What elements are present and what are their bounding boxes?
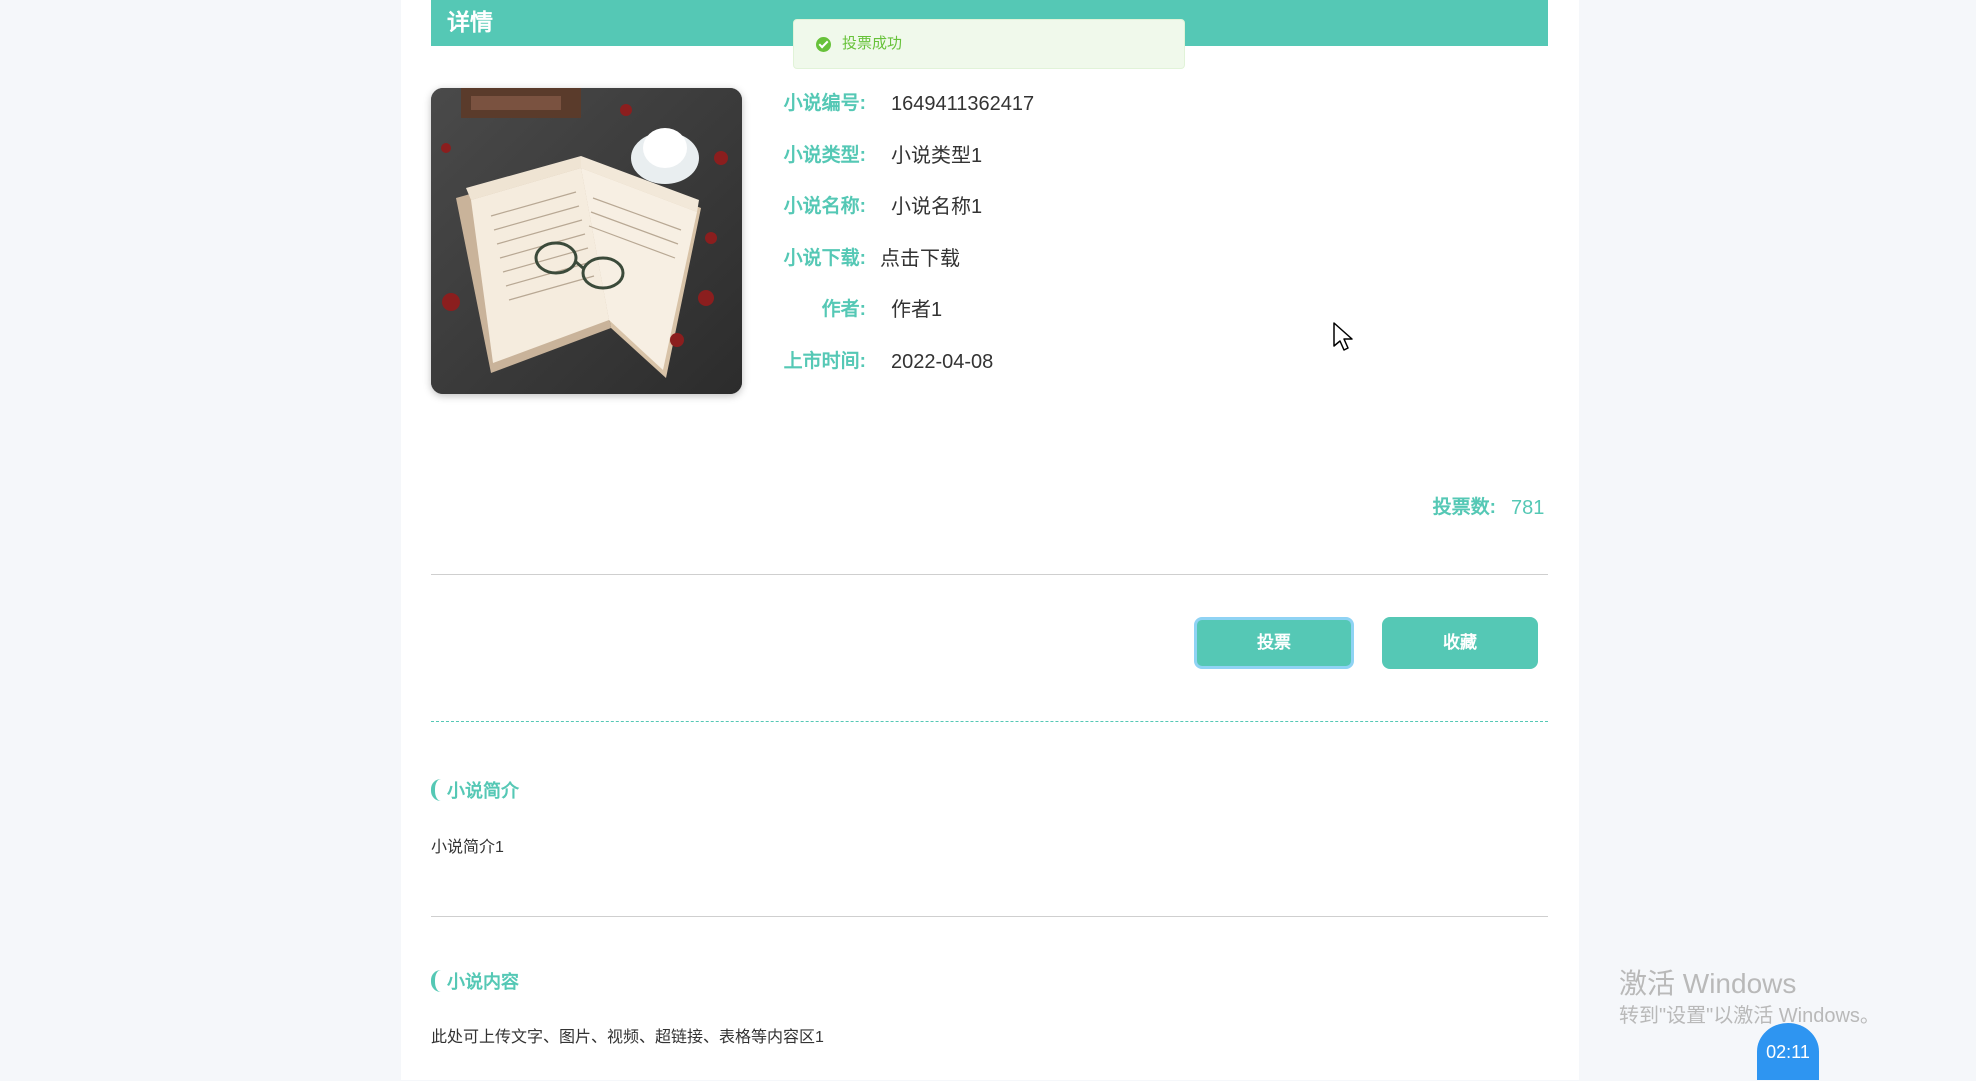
content-body: 此处可上传文字、图片、视频、超链接、表格等内容区1 bbox=[431, 1029, 824, 1046]
vote-count-label: 投票数: bbox=[1432, 497, 1496, 518]
timer-badge: 02:11 bbox=[1757, 1023, 1819, 1080]
dashed-divider bbox=[431, 721, 1548, 722]
content-title-text: 小说内容 bbox=[447, 972, 519, 992]
section-marker-icon bbox=[431, 779, 441, 801]
intro-body: 小说简介1 bbox=[431, 839, 504, 856]
vote-count-value: 781 bbox=[1511, 497, 1545, 519]
download-link[interactable]: 点击下载 bbox=[880, 246, 960, 272]
divider bbox=[431, 574, 1548, 575]
intro-section-title: 小说简介 bbox=[431, 779, 519, 803]
content-section-title: 小说内容 bbox=[431, 970, 519, 994]
section-marker-icon bbox=[431, 970, 441, 992]
release-date-value: 2022-04-08 bbox=[891, 351, 994, 373]
mouse-pointer-icon bbox=[1333, 322, 1353, 351]
favorite-button[interactable]: 收藏 bbox=[1382, 617, 1538, 669]
novel-id-label: 小说编号: bbox=[783, 93, 866, 114]
activation-watermark-subtitle: 转到"设置"以激活 Windows。 bbox=[1619, 1005, 1880, 1027]
vote-button[interactable]: 投票 bbox=[1194, 617, 1354, 669]
novel-type-value: 小说类型1 bbox=[891, 145, 983, 167]
divider bbox=[431, 916, 1548, 917]
novel-cover-image bbox=[431, 88, 742, 394]
novel-type-label: 小说类型: bbox=[783, 145, 866, 166]
cover-illustration bbox=[431, 88, 742, 394]
novel-download-label: 小说下载: bbox=[783, 248, 866, 269]
success-toast: 投票成功 bbox=[793, 19, 1185, 69]
activation-watermark-title: 激活 Windows bbox=[1619, 968, 1797, 999]
release-date-label: 上市时间: bbox=[783, 351, 866, 372]
page-title: 详情 bbox=[447, 9, 493, 35]
toast-message: 投票成功 bbox=[842, 35, 903, 52]
check-circle-icon bbox=[816, 37, 831, 52]
novel-name-value: 小说名称1 bbox=[891, 196, 983, 218]
novel-name-label: 小说名称: bbox=[783, 196, 866, 217]
intro-title-text: 小说简介 bbox=[447, 781, 519, 801]
novel-id-value: 1649411362417 bbox=[891, 93, 1035, 115]
author-value: 作者1 bbox=[891, 299, 943, 321]
author-label: 作者: bbox=[821, 299, 866, 320]
